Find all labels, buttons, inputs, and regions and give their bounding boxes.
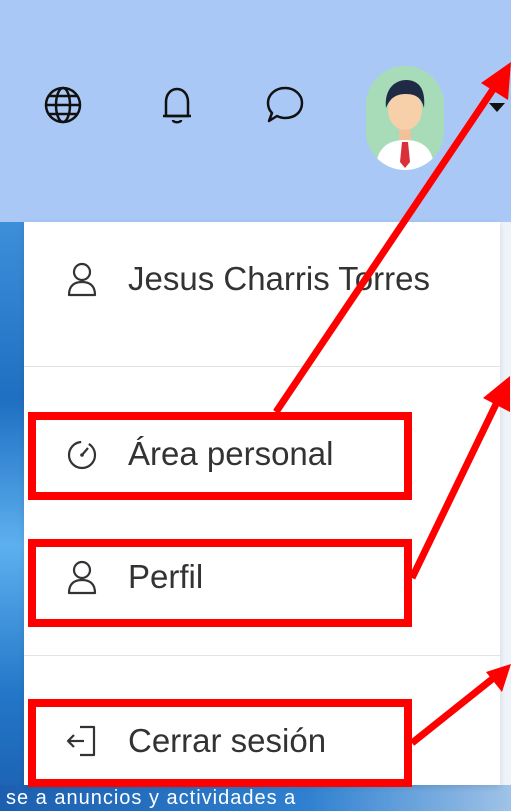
user-name: Jesus Charris Torres <box>128 260 430 297</box>
chat-icon[interactable] <box>262 82 308 128</box>
annotation-box-cerrar-sesion <box>28 699 412 787</box>
user-icon <box>66 261 98 297</box>
top-navbar <box>0 0 511 222</box>
background-page-edge <box>500 222 511 811</box>
avatar[interactable] <box>366 66 444 170</box>
annotation-box-perfil <box>28 539 412 627</box>
menu-item-user-name: Jesus Charris Torres <box>24 244 500 314</box>
caret-down-icon[interactable] <box>486 96 508 118</box>
annotation-box-area-personal <box>28 412 412 500</box>
globe-icon[interactable] <box>40 82 86 128</box>
menu-divider <box>24 366 500 367</box>
menu-divider <box>24 655 500 656</box>
background-page-image <box>0 222 24 811</box>
bell-icon[interactable] <box>154 82 200 128</box>
background-page-text: se a anuncios y actividades a <box>6 787 297 809</box>
